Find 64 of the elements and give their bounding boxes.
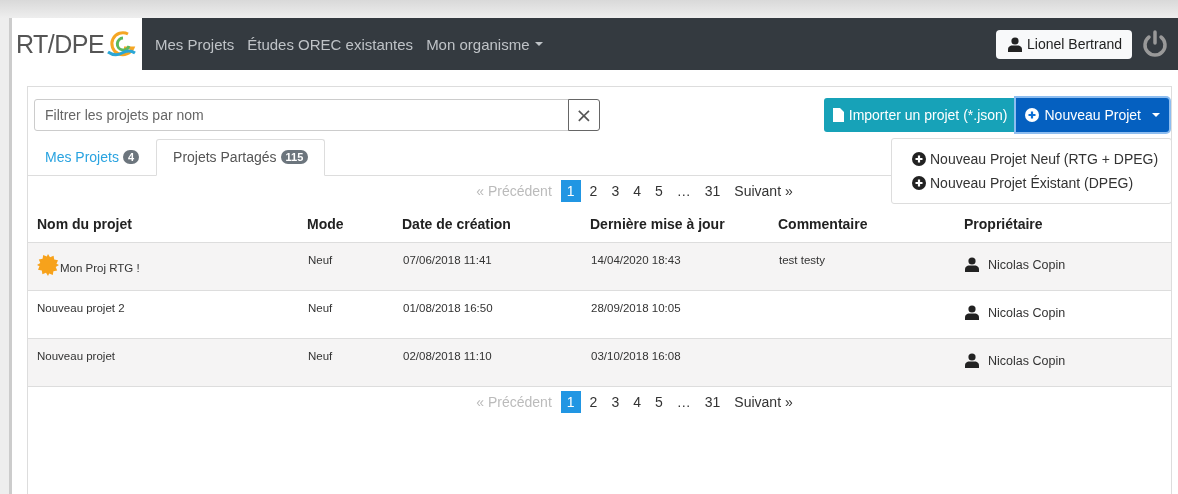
filter-field[interactable]: Filtrer les projets par nom — [34, 99, 569, 131]
next-link[interactable]: Suivant » — [727, 179, 800, 202]
page-link[interactable]: 31 — [699, 390, 726, 413]
table-cell: test testy — [779, 254, 826, 266]
caret-icon — [534, 42, 543, 46]
page-link[interactable]: … — [671, 390, 696, 413]
logo-text: RT/DPE — [16, 29, 105, 59]
menu-item[interactable]: Nouveau Projet Éxistant (DPEG) — [892, 171, 1171, 195]
user-icon — [965, 353, 979, 368]
table-cell: Nicolas Copin — [988, 353, 1066, 368]
page-link[interactable]: 31 — [699, 179, 726, 202]
table-cell: Mon Proj RTG ! — [37, 262, 140, 274]
plus-circle-icon — [912, 152, 926, 166]
table-cell: 03/10/2018 16:08 — [591, 350, 681, 362]
user-icon — [965, 305, 979, 320]
nav-link[interactable]: Mon organisme — [426, 35, 543, 53]
menu-item[interactable]: Nouveau Projet Neuf (RTG + DPEG) — [892, 147, 1171, 171]
column-header: Propriétaire — [964, 216, 1043, 232]
user-button[interactable]: Lionel Bertrand — [996, 29, 1132, 59]
table-cell: 14/04/2020 18:43 — [591, 254, 681, 266]
page-link[interactable]: 3 — [606, 179, 625, 202]
new-project-button[interactable]: Nouveau Projet — [1016, 98, 1169, 132]
nav-link[interactable]: Mes Projets — [155, 35, 235, 53]
table-cell: Neuf — [308, 350, 333, 362]
plus-circle-icon — [912, 176, 926, 190]
table-cell: Neuf — [308, 254, 333, 266]
power-icon[interactable] — [1142, 30, 1168, 58]
plus-circle-icon — [1025, 108, 1040, 122]
count-badge: 115 — [280, 150, 309, 164]
table-cell: Nicolas Copin — [988, 257, 1066, 272]
column-header: Nom du projet — [37, 216, 132, 232]
page-link[interactable]: 3 — [606, 390, 625, 413]
column-header: Date de création — [402, 216, 511, 232]
page-link[interactable]: 2 — [584, 390, 603, 413]
tab[interactable]: Projets Partagés 115 — [156, 139, 326, 176]
page-link[interactable]: 5 — [649, 390, 668, 413]
user-icon — [1008, 36, 1023, 52]
table-cell: Nicolas Copin — [988, 305, 1066, 320]
page-link[interactable]: 2 — [584, 179, 603, 202]
tab[interactable]: Mes Projets 4 — [28, 139, 157, 176]
nav-link[interactable]: Études OREC existantes — [247, 35, 414, 53]
table-cell: Nouveau projet — [37, 350, 115, 362]
file-icon — [832, 108, 844, 122]
page-link[interactable]: 4 — [628, 390, 646, 413]
logo[interactable]: RT/DPE — [12, 18, 142, 70]
table-cell: Neuf — [308, 302, 333, 314]
column-header: Dernière mise à jour — [590, 216, 725, 232]
swirl-icon — [106, 30, 137, 58]
next-link[interactable]: Suivant » — [727, 390, 800, 413]
table-cell: Nouveau projet 2 — [37, 302, 125, 314]
table-cell: 02/08/2018 11:10 — [403, 350, 492, 362]
clear-button[interactable]: × — [568, 99, 600, 131]
page-link[interactable]: 4 — [628, 179, 646, 202]
column-header: Commentaire — [778, 216, 868, 232]
table-cell: 01/08/2018 16:50 — [403, 302, 493, 314]
count-badge: 4 — [122, 150, 140, 164]
sun-icon — [37, 254, 59, 276]
table-cell: 07/06/2018 11:41 — [403, 254, 492, 266]
page-link[interactable]: … — [671, 179, 696, 202]
column-header: Mode — [307, 216, 344, 232]
caret-icon — [1152, 113, 1160, 117]
page-link[interactable]: 5 — [649, 179, 668, 202]
user-icon — [965, 257, 979, 272]
table-cell: 28/09/2018 10:05 — [591, 302, 681, 314]
